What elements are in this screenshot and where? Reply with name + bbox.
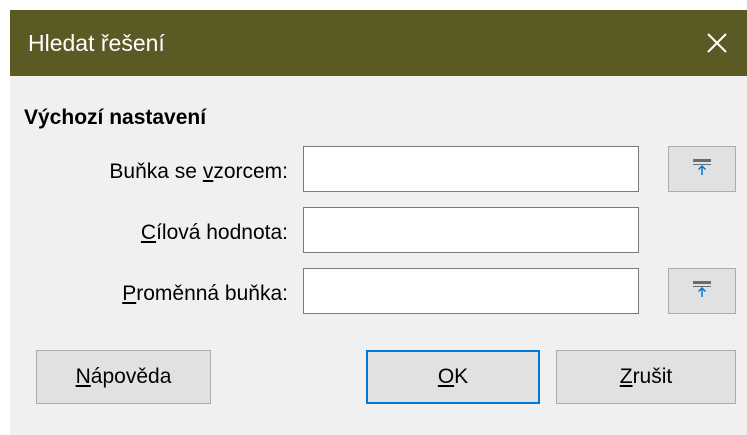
formula-cell-label-pre: Buňka se — [109, 160, 203, 183]
help-button-label: ápověda — [90, 365, 172, 388]
target-value-label: Cílová hodnota: — [141, 221, 288, 245]
help-button-mnemonic: N — [75, 365, 91, 388]
target-value-label-post: ílová hodnota: — [156, 221, 288, 244]
shrink-icon — [692, 158, 712, 181]
target-value-input[interactable] — [303, 207, 639, 253]
formula-cell-label: Buňka se vzorcem: — [109, 160, 288, 184]
formula-cell-shrink-button[interactable] — [668, 146, 736, 192]
formula-cell-label-post: zorcem: — [213, 160, 288, 183]
solver-dialog: Hledat řešení Výchozí nastavení Buňka se… — [0, 0, 747, 435]
shrink-icon — [692, 280, 712, 303]
section-title: Výchozí nastavení — [24, 106, 207, 129]
variable-cell-label-mnemonic: P — [122, 282, 137, 305]
variable-cell-label: Proměnná buňka: — [122, 282, 288, 306]
target-value-label-mnemonic: C — [140, 221, 157, 244]
variable-cell-input[interactable] — [303, 268, 639, 314]
close-icon[interactable] — [689, 10, 745, 76]
ok-button[interactable]: OK — [366, 350, 540, 404]
title-bar: Hledat řešení — [10, 10, 747, 76]
help-button[interactable]: Nápověda — [36, 350, 211, 404]
formula-cell-label-mnemonic: v — [202, 160, 214, 183]
cancel-button-label: rušit — [632, 365, 673, 388]
ok-button-mnemonic: O — [437, 365, 455, 388]
variable-cell-label-post: roměnná buňka: — [136, 282, 288, 305]
formula-cell-input[interactable] — [303, 146, 639, 192]
dialog-title: Hledat řešení — [28, 30, 165, 56]
dialog-body: Výchozí nastavení Buňka se vzorcem: Cílo… — [10, 76, 747, 435]
cancel-button[interactable]: Zrušit — [556, 350, 736, 404]
cancel-button-mnemonic: Z — [619, 365, 633, 388]
ok-button-label: K — [454, 365, 469, 388]
variable-cell-shrink-button[interactable] — [668, 268, 736, 314]
